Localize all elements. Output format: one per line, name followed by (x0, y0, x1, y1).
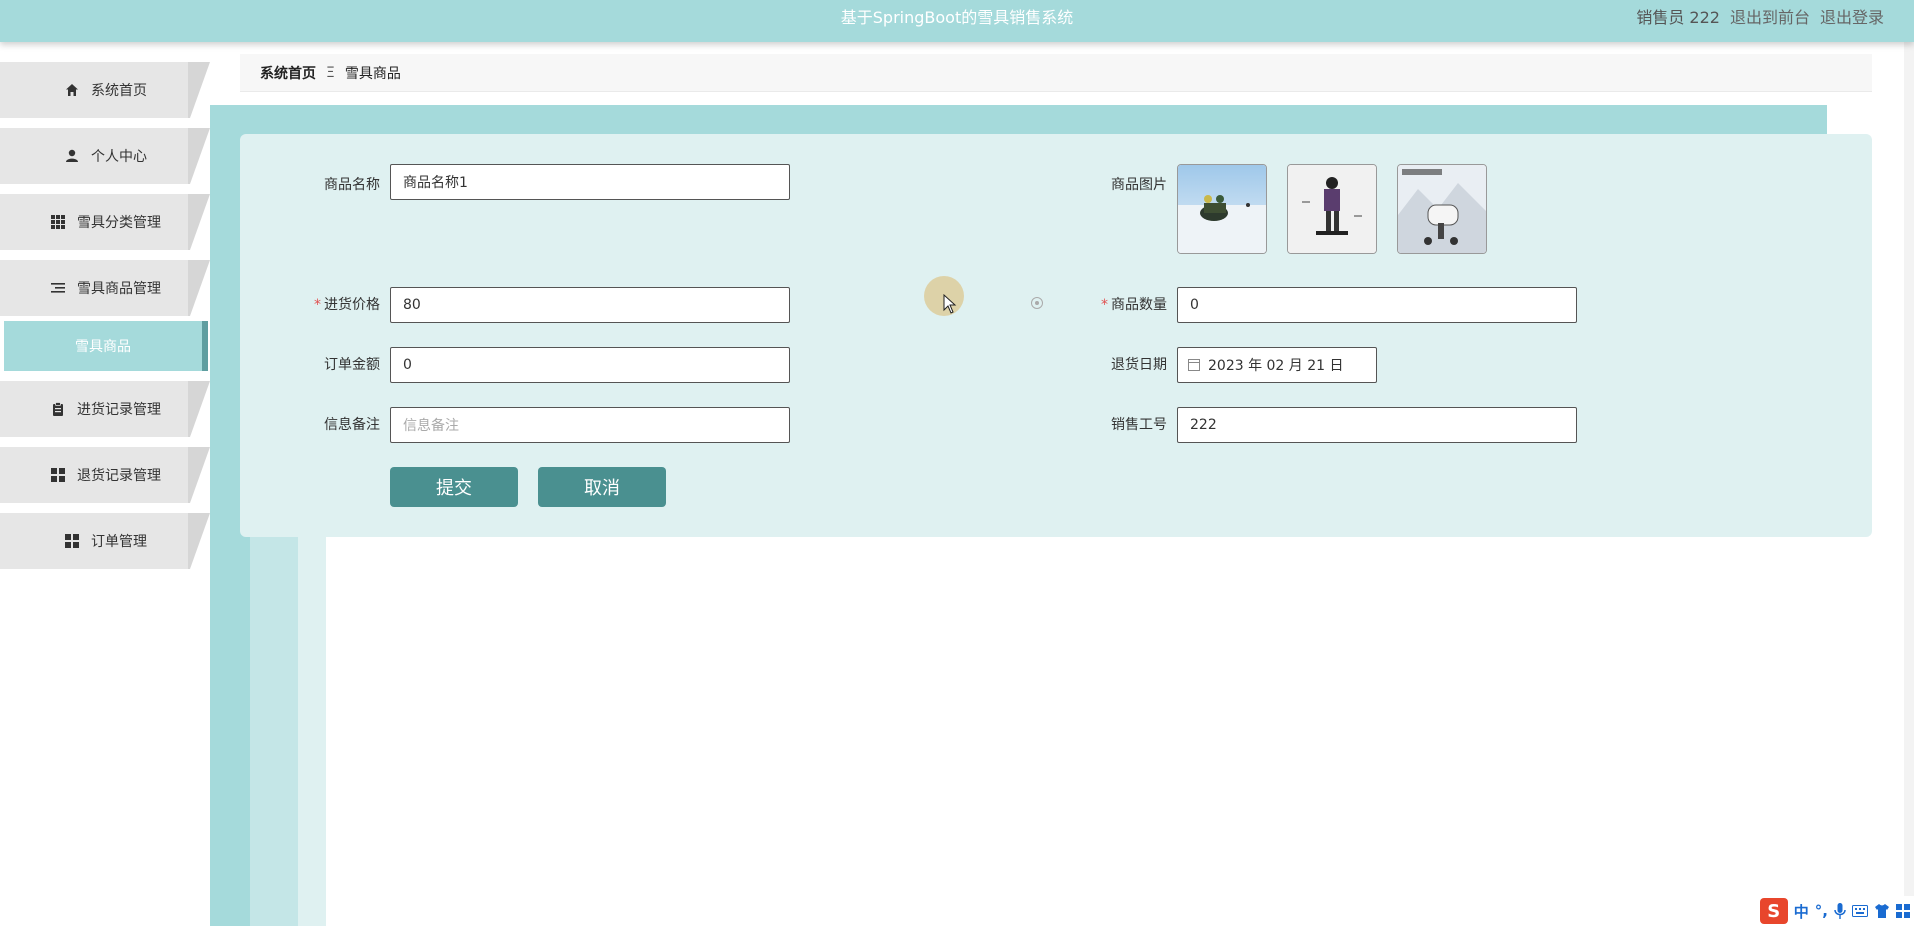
sidebar-subitem-products[interactable]: 雪具商品 (4, 321, 208, 371)
product-image-thumb[interactable] (1287, 164, 1377, 254)
sidebar-item-products[interactable]: 雪具商品管理 (0, 260, 210, 316)
sidebar-item-orders[interactable]: 订单管理 (0, 513, 210, 569)
main-background-stripe (250, 520, 298, 926)
submit-button[interactable]: 提交 (390, 467, 518, 507)
sidebar-item-label: 系统首页 (91, 83, 147, 99)
page-scrollbar[interactable] (1904, 0, 1914, 926)
calendar-icon (1188, 359, 1200, 371)
date-value: 2023 年 02 月 21 日 (1208, 358, 1344, 374)
breadcrumb-separator: Ξ (326, 64, 335, 81)
quantity-input[interactable]: 0 (1177, 287, 1577, 323)
label-text: 进货价格 (324, 297, 380, 313)
sidebar-item-label: 退货记录管理 (77, 468, 161, 484)
apps-icon (49, 467, 67, 483)
cancel-button[interactable]: 取消 (538, 467, 666, 507)
apps-icon (63, 533, 81, 549)
product-name-label: 商品名称 (250, 174, 380, 194)
ime-punctuation[interactable]: °, (1815, 902, 1828, 920)
apps-grid-icon[interactable] (1896, 904, 1910, 918)
list-icon (49, 280, 67, 296)
ime-language[interactable]: 中 (1794, 901, 1809, 922)
sidebar-item-label: 订单管理 (91, 534, 147, 550)
label-text: 商品图片 (1111, 177, 1167, 193)
top-header: 基于SpringBoot的雪具销售系统 销售员 222 退出到前台 退出登录 (0, 0, 1914, 42)
shirt-icon[interactable] (1874, 904, 1890, 918)
label-text: 订单金额 (324, 357, 380, 373)
note-input[interactable]: 信息备注 (390, 407, 790, 443)
required-mark: * (1101, 297, 1108, 313)
product-image-label: 商品图片 (1037, 174, 1167, 194)
current-user: 销售员 222 (1636, 8, 1720, 27)
label-text: 商品名称 (324, 177, 380, 193)
order-amount-label: 订单金额 (250, 354, 380, 374)
required-mark: * (314, 297, 321, 313)
snowmobile-photo (1178, 165, 1266, 253)
sidebar-item-profile[interactable]: 个人中心 (0, 128, 210, 184)
sidebar-item-label: 进货记录管理 (77, 402, 161, 418)
sidebar-item-return-records[interactable]: 退货记录管理 (0, 447, 210, 503)
label-text: 退货日期 (1111, 357, 1167, 373)
radio-dot-icon (1031, 297, 1043, 309)
ime-logo-icon[interactable]: S (1759, 898, 1788, 924)
label-text: 信息备注 (324, 417, 380, 433)
label-text: 销售工号 (1111, 417, 1167, 433)
sidebar-item-label: 个人中心 (91, 149, 147, 165)
label-text: 商品数量 (1111, 297, 1167, 313)
product-image-thumb[interactable] (1177, 164, 1267, 254)
purchase-price-input[interactable]: 80 (390, 287, 790, 323)
ime-toolbar: S 中 °, (1755, 896, 1914, 926)
staff-no-input[interactable]: 222 (1177, 407, 1577, 443)
note-label: 信息备注 (250, 414, 380, 434)
microphone-icon[interactable] (1834, 903, 1846, 919)
person-icon (63, 148, 81, 164)
breadcrumb-current: 雪具商品 (344, 65, 401, 82)
keyboard-icon[interactable] (1852, 905, 1868, 917)
sidebar-item-home[interactable]: 系统首页 (0, 62, 210, 118)
snow-cannon-photo (1398, 165, 1486, 253)
order-amount-input[interactable]: 0 (390, 347, 790, 383)
app-title: 基于SpringBoot的雪具销售系统 (840, 8, 1074, 27)
breadcrumb: 系统首页 Ξ 雪具商品 (240, 54, 1872, 92)
quantity-label: * 商品数量 (1037, 294, 1167, 314)
purchase-price-label: * 进货价格 (250, 294, 380, 314)
main-content-area (326, 535, 1914, 926)
snowboarder-photo (1288, 165, 1376, 253)
back-to-front-link[interactable]: 退出到前台 (1730, 4, 1810, 28)
sidebar: 系统首页 个人中心 雪具分类管理 雪具商品管理 雪具商品 进货记录管理 退货记录… (0, 62, 210, 579)
product-name-input[interactable]: 商品名称1 (390, 164, 790, 200)
sidebar-item-label: 雪具分类管理 (77, 215, 161, 231)
main-background-stripe (298, 520, 326, 926)
return-date-input[interactable]: 2023 年 02 月 21 日 (1177, 347, 1377, 383)
mouse-cursor-icon (943, 294, 957, 314)
sidebar-item-label: 雪具商品管理 (77, 281, 161, 297)
header-actions: 销售员 222 退出到前台 退出登录 (1636, 4, 1884, 28)
clipboard-icon (49, 401, 67, 417)
sidebar-item-category[interactable]: 雪具分类管理 (0, 194, 210, 250)
product-form: 商品名称 商品名称1 商品图片 * 进货价格 80 * 商品数量 0 订单金额 … (240, 134, 1872, 537)
grid-icon (49, 214, 67, 230)
sidebar-item-purchase-records[interactable]: 进货记录管理 (0, 381, 210, 437)
breadcrumb-home[interactable]: 系统首页 (260, 63, 316, 83)
home-icon (63, 82, 81, 98)
return-date-label: 退货日期 (1037, 354, 1167, 374)
staff-no-label: 销售工号 (1037, 414, 1167, 434)
logout-link[interactable]: 退出登录 (1820, 4, 1884, 28)
product-image-thumb[interactable] (1397, 164, 1487, 254)
